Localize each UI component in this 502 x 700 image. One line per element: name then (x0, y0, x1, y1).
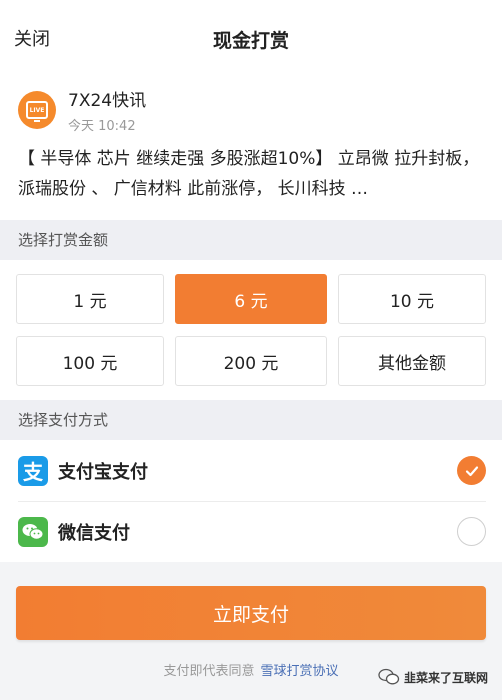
post-header: LIVE 7X24快讯 今天 10:42 (18, 86, 484, 134)
wechat-icon (18, 516, 48, 547)
amount-option-other[interactable]: 其他金额 (338, 336, 486, 386)
payment-method-alipay[interactable]: 支 支付宝支付 (0, 440, 502, 501)
close-button[interactable]: 关闭 (14, 25, 50, 51)
amount-section-label: 选择打赏金额 (0, 220, 502, 260)
amount-option-100[interactable]: 100 元 (16, 336, 164, 386)
page-title: 现金打赏 (212, 29, 289, 52)
post-card: LIVE 7X24快讯 今天 10:42 【 半导体 芯片 继续走强 多股涨超1… (0, 68, 502, 220)
payment-method-wechat[interactable]: 微信支付 (0, 501, 502, 562)
payment-section-label: 选择支付方式 (0, 400, 502, 440)
avatar: LIVE (18, 91, 56, 129)
check-selected-icon[interactable] (457, 456, 486, 485)
status-bar (0, 0, 502, 10)
alipay-glyph: 支 (23, 460, 43, 484)
submit-area: 立即支付 (0, 562, 502, 640)
amount-option-1[interactable]: 1 元 (16, 274, 164, 324)
alipay-icon: 支 (18, 455, 48, 486)
post-body: 【 半导体 芯片 继续走强 多股涨超10%】 立昂微 拉升封板， 派瑞股份 、 … (18, 149, 480, 199)
header: 关闭 现金打赏 (0, 10, 502, 68)
wechat-watermark-icon (378, 668, 400, 685)
agreement-link[interactable]: 雪球打赏协议 (261, 664, 339, 679)
post-meta: 7X24快讯 今天 10:42 (68, 86, 146, 134)
amount-option-6[interactable]: 6 元 (175, 274, 327, 324)
payment-method-label: 支付宝支付 (58, 461, 148, 483)
payment-methods: 支 支付宝支付 微信支付 (0, 440, 502, 562)
agreement-text: 支付即代表同意 (163, 664, 255, 679)
avatar-live-text: LIVE (29, 106, 45, 114)
watermark: 韭菜来了互联网 (378, 668, 488, 686)
payment-method-label: 微信支付 (58, 522, 130, 544)
amount-option-10[interactable]: 10 元 (338, 274, 486, 324)
check-unselected-icon[interactable] (457, 517, 486, 546)
post-time: 今天 10:42 (68, 119, 136, 134)
watermark-text: 韭菜来了互联网 (403, 670, 488, 685)
amount-option-200[interactable]: 200 元 (175, 336, 327, 386)
amount-grid: 1 元 6 元 10 元 100 元 200 元 其他金额 (0, 260, 502, 400)
post-author: 7X24快讯 (68, 91, 147, 111)
pay-now-button[interactable]: 立即支付 (16, 586, 486, 640)
live-tv-icon: LIVE (26, 101, 48, 122)
